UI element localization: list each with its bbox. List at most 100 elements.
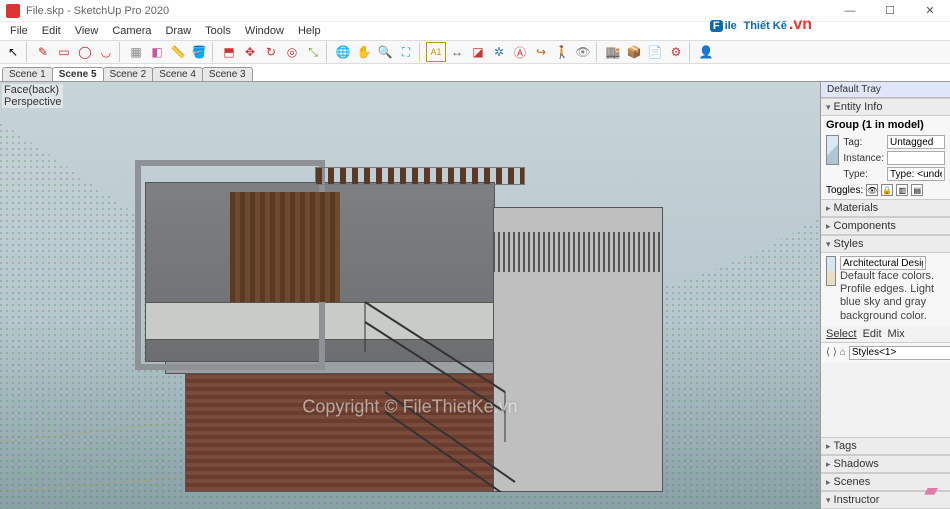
caret-down-icon: ▾ — [826, 495, 831, 506]
text-tool-icon[interactable]: A1 — [426, 42, 446, 62]
nav-back-icon[interactable]: ⟨ — [826, 346, 830, 360]
components-label: Components — [834, 220, 896, 232]
move-tool-icon[interactable]: ✥ — [240, 42, 260, 62]
walk-tool-icon[interactable]: 🚶 — [552, 42, 572, 62]
zoom-tool-icon[interactable]: 🔍 — [375, 42, 395, 62]
hud-selection: Face(back) — [4, 84, 61, 96]
styles-tab-select[interactable]: Select — [826, 328, 857, 340]
instance-field[interactable] — [887, 151, 945, 165]
tray-title: Default Tray — [821, 82, 950, 98]
caret-right-icon: ▸ — [826, 477, 831, 488]
title-bar: File.skp - SketchUp Pro 2020 — ☐ ✕ — [0, 0, 950, 22]
caret-right-icon: ▸ — [826, 441, 831, 452]
tag-field[interactable] — [887, 135, 945, 149]
material-swatch[interactable] — [826, 135, 839, 165]
materials-header[interactable]: ▸ Materials — [821, 199, 950, 217]
components-header[interactable]: ▸ Components — [821, 217, 950, 235]
follow-me-icon[interactable]: ↪ — [531, 42, 551, 62]
viewport-hud: Face(back) Perspective — [2, 84, 63, 108]
type-label: Type: — [843, 169, 867, 180]
caret-right-icon: ▸ — [826, 459, 831, 470]
extension-warehouse-icon[interactable]: 📦 — [624, 42, 644, 62]
close-button[interactable]: ✕ — [916, 4, 944, 17]
warehouse-icon[interactable]: 🏬 — [603, 42, 623, 62]
rotate-tool-icon[interactable]: ↻ — [261, 42, 281, 62]
menu-window[interactable]: Window — [239, 24, 290, 38]
extension-manager-icon[interactable]: ⚙ — [666, 42, 686, 62]
scene-tab-2[interactable]: Scene 2 — [103, 67, 154, 81]
tape-measure-icon[interactable]: 📏 — [168, 42, 188, 62]
orbit-tool-icon[interactable]: 🌐 — [333, 42, 353, 62]
zoom-extents-icon[interactable]: ⛶ — [396, 42, 416, 62]
scene-tabs: Scene 1 Scene 5 Scene 2 Scene 4 Scene 3 — [0, 64, 950, 82]
scene-tab-3[interactable]: Scene 3 — [202, 67, 253, 81]
caret-right-icon: ▸ — [826, 203, 831, 214]
paint-bucket-icon[interactable]: 🪣 — [189, 42, 209, 62]
3d-viewport[interactable]: Face(back) Perspective Copyright © FileT… — [0, 82, 820, 509]
menu-edit[interactable]: Edit — [36, 24, 67, 38]
styles-header[interactable]: ▾ Styles — [821, 235, 950, 253]
section-plane-icon[interactable]: ◪ — [468, 42, 488, 62]
circle-tool-icon[interactable]: ◯ — [75, 42, 95, 62]
nav-fwd-icon[interactable]: ⟩ — [833, 346, 837, 360]
scene-tab-4[interactable]: Scene 4 — [152, 67, 203, 81]
toggle-cast-icon[interactable]: ▤ — [911, 184, 923, 196]
window-title: File.skp - SketchUp Pro 2020 — [26, 5, 169, 17]
axes-tool-icon[interactable]: ✲ — [489, 42, 509, 62]
entity-title: Group (1 in model) — [826, 119, 945, 131]
style-name-field[interactable] — [840, 256, 926, 270]
style-thumbnail[interactable] — [826, 256, 836, 286]
scale-tool-icon[interactable]: ⤡ — [303, 42, 323, 62]
default-tray: Default Tray ▾ Entity Info Group (1 in m… — [820, 82, 950, 509]
styles-nav: ⟨ ⟩ ⌂ — [821, 343, 950, 363]
push-pull-icon[interactable]: ⬒ — [219, 42, 239, 62]
shadows-header[interactable]: ▸ Shadows — [821, 455, 950, 473]
minimize-button[interactable]: — — [836, 5, 864, 17]
menu-draw[interactable]: Draw — [159, 24, 197, 38]
caret-right-icon: ▸ — [826, 221, 831, 232]
menu-help[interactable]: Help — [292, 24, 327, 38]
layout-icon[interactable]: 📄 — [645, 42, 665, 62]
menu-file[interactable]: File — [4, 24, 34, 38]
pan-tool-icon[interactable]: ✋ — [354, 42, 374, 62]
scene-tab-5[interactable]: Scene 5 — [52, 67, 104, 81]
home-icon[interactable]: ⌂ — [840, 346, 846, 360]
dimension-tool-icon[interactable]: ↔ — [447, 42, 467, 62]
line-tool-icon[interactable]: ✎ — [33, 42, 53, 62]
entity-info-label: Entity Info — [834, 101, 883, 113]
toggle-lock-icon[interactable]: 🔒 — [881, 184, 893, 196]
styles-tab-mix[interactable]: Mix — [888, 328, 905, 340]
materials-label: Materials — [834, 202, 879, 214]
rectangle-tool-icon[interactable]: ▭ — [54, 42, 74, 62]
eraser-tool-icon[interactable]: ◧ — [147, 42, 167, 62]
geo-location-icon[interactable]: 👤 — [696, 42, 716, 62]
styles-path-field[interactable] — [849, 346, 950, 360]
3d-text-icon[interactable]: Ⓐ — [510, 42, 530, 62]
make-component-icon[interactable]: ▦ — [126, 42, 146, 62]
menu-bar: File Edit View Camera Draw Tools Window … — [0, 22, 950, 40]
offset-tool-icon[interactable]: ◎ — [282, 42, 302, 62]
entity-info-header[interactable]: ▾ Entity Info — [821, 98, 950, 116]
entity-info-panel: Group (1 in model) Tag: Instance: Type: — [821, 116, 950, 199]
caret-down-icon: ▾ — [826, 102, 831, 113]
tags-label: Tags — [834, 440, 857, 452]
menu-camera[interactable]: Camera — [106, 24, 157, 38]
look-around-icon[interactable]: 👁 — [573, 42, 593, 62]
instructor-label: Instructor — [834, 494, 880, 506]
style-description: Default face colors. Profile edges. Ligh… — [840, 270, 934, 322]
tag-label: Tag: — [843, 137, 862, 148]
styles-tab-edit[interactable]: Edit — [863, 328, 882, 340]
styles-panel: Default face colors. Profile edges. Ligh… — [821, 253, 950, 326]
menu-tools[interactable]: Tools — [199, 24, 237, 38]
eraser-cursor-icon: ▰ — [924, 480, 938, 501]
caret-down-icon: ▾ — [826, 239, 831, 250]
scene-tab-1[interactable]: Scene 1 — [2, 67, 53, 81]
maximize-button[interactable]: ☐ — [876, 4, 904, 17]
select-tool-icon[interactable]: ↖ — [3, 42, 23, 62]
menu-view[interactable]: View — [69, 24, 105, 38]
arc-tool-icon[interactable]: ◡ — [96, 42, 116, 62]
toggle-hidden-icon[interactable]: 👁 — [866, 184, 878, 196]
type-field[interactable] — [887, 167, 945, 181]
tags-header[interactable]: ▸ Tags — [821, 437, 950, 455]
toggle-shadows-icon[interactable]: ▥ — [896, 184, 908, 196]
